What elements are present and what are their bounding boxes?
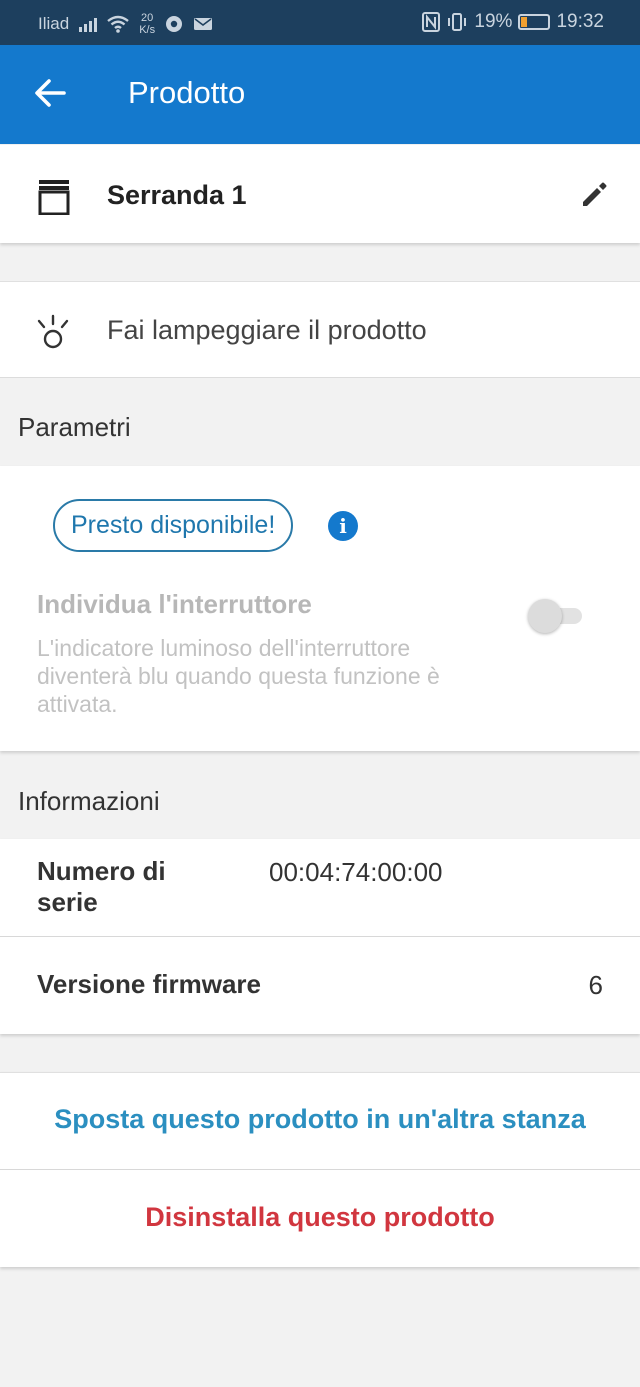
- actions-card: Sposta questo prodotto in un'altra stanz…: [0, 1072, 640, 1267]
- battery-percent: 19%: [474, 11, 513, 32]
- speed-unit: K/s: [139, 24, 156, 36]
- information-section-title: Informazioni: [18, 786, 160, 816]
- network-speed: 20 K/s: [139, 12, 155, 36]
- pencil-icon[interactable]: [580, 179, 610, 209]
- blink-product-label: Fai lampeggiare il prodotto: [107, 315, 427, 345]
- firmware-version-label: Versione firmware: [37, 969, 261, 999]
- chrome-icon: [166, 16, 183, 32]
- move-to-room-button[interactable]: Sposta questo prodotto in un'altra stanz…: [0, 1104, 640, 1135]
- locate-switch-description: L'indicatore luminoso dell'interruttore …: [37, 635, 440, 717]
- divider: [0, 936, 640, 937]
- divider: [0, 1169, 640, 1170]
- mail-icon: [194, 18, 213, 30]
- battery-icon: [518, 14, 551, 30]
- carrier-label: Iliad: [38, 14, 70, 33]
- uninstall-product-button[interactable]: Disinstalla questo prodotto: [0, 1202, 640, 1233]
- blink-light-icon: [37, 314, 69, 349]
- toggle-knob: [528, 599, 562, 633]
- locate-switch-toggle[interactable]: [528, 599, 584, 633]
- firmware-version-value: 6: [588, 970, 603, 1000]
- coming-soon-badge: Presto disponibile!: [53, 499, 294, 552]
- shutter-icon: [38, 180, 70, 215]
- clock: 19:32: [556, 11, 604, 32]
- status-bar: Iliad 20 K/s 19% 19:32: [0, 0, 640, 45]
- blink-product-row[interactable]: Fai lampeggiare il prodotto: [0, 281, 640, 378]
- info-icon[interactable]: i: [328, 511, 358, 541]
- wifi-icon: [107, 15, 129, 33]
- speed-value: 20: [141, 12, 154, 24]
- arrow-left-icon[interactable]: [30, 73, 70, 113]
- cell-signal-icon: [79, 16, 98, 32]
- information-card: Numero di serie 00:04:74:00:00 Versione …: [0, 839, 640, 1034]
- product-name: Serranda 1: [107, 180, 247, 210]
- product-name-row: Serranda 1: [0, 145, 640, 243]
- serial-number-value: 00:04:74:00:00: [269, 857, 443, 887]
- app-bar: Prodotto: [0, 45, 640, 144]
- nfc-icon: [422, 12, 441, 32]
- serial-number-label: Numero di serie: [37, 856, 166, 917]
- page-title: Prodotto: [128, 75, 246, 110]
- parameters-section-title: Parametri: [18, 412, 131, 442]
- vibrate-icon: [448, 13, 467, 31]
- parameters-card: Presto disponibile! i Individua l'interr…: [0, 466, 640, 751]
- locate-switch-label: Individua l'interruttore: [37, 589, 312, 619]
